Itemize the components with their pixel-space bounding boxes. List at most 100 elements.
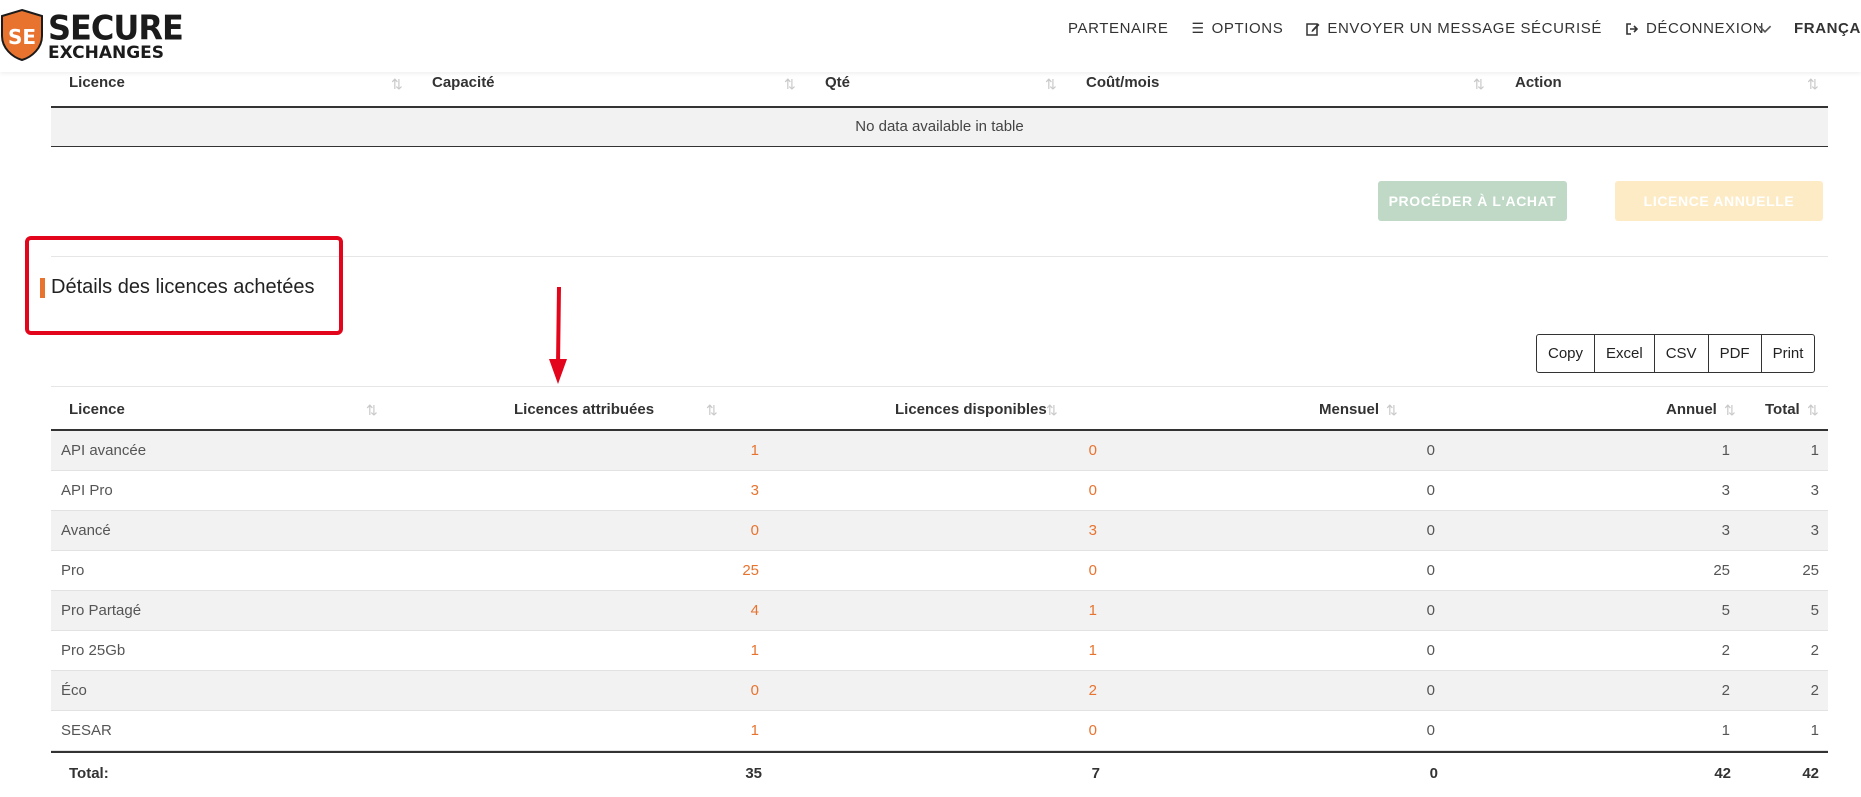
- language-selector[interactable]: FRANÇA: [1758, 20, 1861, 37]
- cart-col-qty[interactable]: Qté: [825, 74, 850, 91]
- total-available: 7: [1091, 765, 1100, 782]
- cell-total: 1: [1810, 442, 1819, 459]
- sort-icon[interactable]: ⇅: [1807, 402, 1819, 419]
- table-row: API avancée 1 0 0 1 1: [51, 431, 1828, 471]
- nav-options-label: OPTIONS: [1211, 20, 1284, 37]
- cart-table-header: Licence ⇅ Capacité ⇅ Qté ⇅ Coût/mois ⇅ A…: [51, 72, 1828, 108]
- sort-icon[interactable]: ⇅: [366, 402, 378, 419]
- cell-assigned: 1: [750, 442, 759, 459]
- cell-licence: Éco: [61, 682, 87, 699]
- cell-available: 1: [1088, 642, 1097, 659]
- chevron-down-icon: [1758, 25, 1772, 33]
- cell-total: 3: [1810, 482, 1819, 499]
- sign-out-icon: [1626, 22, 1639, 35]
- logo-text-secure: SECURE: [48, 8, 184, 48]
- table-row: Pro 25Gb 1 1 0 2 2: [51, 631, 1828, 671]
- sort-icon[interactable]: ⇅: [1386, 402, 1398, 419]
- cell-monthly: 0: [1426, 522, 1435, 539]
- sort-icon[interactable]: ⇅: [391, 76, 403, 93]
- language-label: FRANÇA: [1794, 20, 1861, 37]
- cell-total: 2: [1810, 642, 1819, 659]
- top-header: SE SECURE EXCHANGES PARTENAIRE ☰ OPTIONS…: [0, 0, 1861, 72]
- print-button[interactable]: Print: [1762, 335, 1815, 372]
- cell-annual: 3: [1721, 482, 1730, 499]
- total-total: 42: [1802, 765, 1819, 782]
- cell-annual: 3: [1721, 522, 1730, 539]
- total-assigned: 35: [745, 765, 762, 782]
- col-annual[interactable]: Annuel: [1666, 401, 1717, 418]
- total-monthly: 0: [1429, 765, 1438, 782]
- cell-assigned: 0: [750, 522, 759, 539]
- annotation-highlight-box: [25, 236, 343, 335]
- copy-button[interactable]: Copy: [1537, 335, 1596, 372]
- edit-icon: [1306, 22, 1320, 36]
- cell-licence: Pro 25Gb: [61, 642, 126, 659]
- sort-icon[interactable]: ⇅: [1046, 402, 1058, 419]
- cell-total: 2: [1810, 682, 1819, 699]
- cart-col-capacity[interactable]: Capacité: [432, 74, 495, 91]
- table-row: Pro Partagé 4 1 0 5 5: [51, 591, 1828, 631]
- cell-licence: SESAR: [61, 722, 112, 739]
- cell-available: 0: [1088, 482, 1097, 499]
- cell-licence: Pro: [61, 562, 85, 579]
- cell-assigned: 1: [750, 722, 759, 739]
- empty-table-message: No data available in table: [51, 108, 1828, 147]
- col-licence[interactable]: Licence: [69, 401, 125, 418]
- cell-annual: 1: [1721, 722, 1730, 739]
- cell-total: 5: [1810, 602, 1819, 619]
- nav-logout-label: DÉCONNEXION: [1645, 20, 1765, 37]
- total-annual: 42: [1714, 765, 1731, 782]
- cell-monthly: 0: [1426, 602, 1435, 619]
- col-total[interactable]: Total: [1765, 401, 1800, 418]
- pdf-button[interactable]: PDF: [1709, 335, 1762, 372]
- cell-total: 25: [1802, 562, 1819, 579]
- table-row: Avancé 0 3 0 3 3: [51, 511, 1828, 551]
- licences-table-header: Licence ⇅ Licences attribuées ⇅ Licences…: [51, 386, 1828, 431]
- export-buttons: Copy Excel CSV PDF Print: [1536, 334, 1816, 373]
- cell-monthly: 0: [1426, 482, 1435, 499]
- cell-annual: 25: [1713, 562, 1730, 579]
- nav-options[interactable]: ☰ OPTIONS: [1191, 20, 1283, 37]
- cell-monthly: 0: [1426, 722, 1435, 739]
- nav-send-message[interactable]: ENVOYER UN MESSAGE SÉCURISÉ: [1306, 20, 1602, 37]
- cell-assigned: 1: [750, 642, 759, 659]
- table-row: Éco 0 2 0 2 2: [51, 671, 1828, 711]
- annual-licence-button[interactable]: LICENCE ANNUELLE: [1615, 181, 1823, 221]
- cell-total: 1: [1810, 722, 1819, 739]
- cart-col-licence[interactable]: Licence: [69, 74, 125, 91]
- cart-col-action[interactable]: Action: [1515, 74, 1562, 91]
- col-available[interactable]: Licences disponibles: [895, 401, 1047, 418]
- sort-icon[interactable]: ⇅: [1724, 402, 1736, 419]
- cell-assigned: 4: [750, 602, 759, 619]
- sort-icon[interactable]: ⇅: [706, 402, 718, 419]
- cell-assigned: 3: [750, 482, 759, 499]
- sort-icon[interactable]: ⇅: [1473, 76, 1485, 93]
- sort-icon[interactable]: ⇅: [784, 76, 796, 93]
- logo[interactable]: SE SECURE EXCHANGES: [0, 8, 184, 64]
- totals-label: Total:: [69, 765, 109, 782]
- col-assigned[interactable]: Licences attribuées: [514, 401, 654, 418]
- excel-button[interactable]: Excel: [1595, 335, 1655, 372]
- table-row: SESAR 1 0 0 1 1: [51, 711, 1828, 751]
- purchase-button[interactable]: PROCÉDER À L'ACHAT: [1378, 181, 1567, 221]
- cell-licence: API Pro: [61, 482, 113, 499]
- cell-assigned: 0: [750, 682, 759, 699]
- main-nav: PARTENAIRE ☰ OPTIONS ENVOYER UN MESSAGE …: [1068, 20, 1860, 37]
- csv-button[interactable]: CSV: [1655, 335, 1709, 372]
- sort-icon[interactable]: ⇅: [1807, 76, 1819, 93]
- cell-available: 0: [1088, 722, 1097, 739]
- cell-licence: Avancé: [61, 522, 111, 539]
- cell-available: 0: [1088, 562, 1097, 579]
- cell-available: 1: [1088, 602, 1097, 619]
- cell-assigned: 25: [742, 562, 759, 579]
- col-monthly[interactable]: Mensuel: [1319, 401, 1379, 418]
- cell-annual: 1: [1721, 442, 1730, 459]
- cart-col-cost[interactable]: Coût/mois: [1086, 74, 1159, 91]
- cell-monthly: 0: [1426, 642, 1435, 659]
- nav-logout[interactable]: DÉCONNEXION: [1625, 20, 1764, 37]
- cell-monthly: 0: [1426, 682, 1435, 699]
- sort-icon[interactable]: ⇅: [1045, 76, 1057, 93]
- cell-monthly: 0: [1426, 562, 1435, 579]
- nav-partner[interactable]: PARTENAIRE: [1068, 20, 1168, 37]
- cell-total: 3: [1810, 522, 1819, 539]
